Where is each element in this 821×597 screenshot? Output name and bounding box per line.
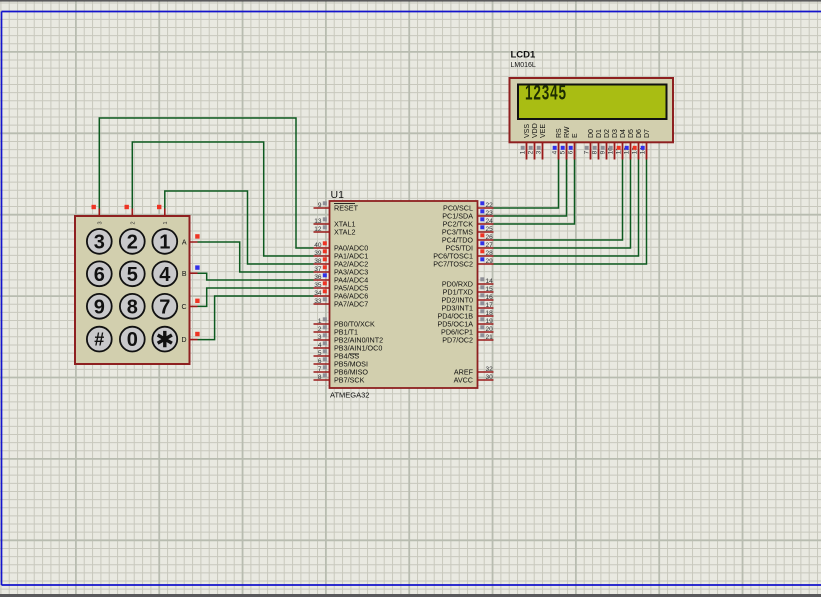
svg-text:RW: RW (564, 126, 571, 138)
svg-text:AVCC: AVCC (454, 376, 473, 385)
svg-text:D3: D3 (612, 129, 619, 138)
svg-text:3: 3 (98, 221, 104, 224)
svg-text:D7: D7 (644, 129, 651, 138)
svg-text:D4: D4 (620, 129, 627, 138)
svg-text:PB7/SCK: PB7/SCK (334, 376, 365, 385)
svg-text:2: 2 (131, 221, 137, 224)
svg-text:1: 1 (159, 231, 170, 253)
svg-text:XTAL2: XTAL2 (334, 228, 355, 237)
svg-text:LCD1: LCD1 (511, 50, 537, 61)
svg-text:4: 4 (159, 264, 171, 286)
svg-text:PD7/OC2: PD7/OC2 (442, 336, 473, 345)
svg-text:0: 0 (127, 329, 138, 351)
svg-text:VSS: VSS (524, 124, 531, 138)
svg-text:LM016L: LM016L (511, 62, 536, 69)
svg-text:D0: D0 (588, 129, 595, 138)
svg-text:D5: D5 (628, 129, 635, 138)
svg-text:1: 1 (163, 221, 169, 224)
svg-text:RS: RS (556, 128, 563, 138)
svg-text:ATMEGA32: ATMEGA32 (330, 391, 369, 400)
svg-text:PC7/TOSC2: PC7/TOSC2 (433, 260, 473, 269)
svg-text:D: D (181, 337, 186, 344)
svg-text:7: 7 (159, 296, 170, 318)
svg-text:A: A (182, 240, 187, 247)
svg-text:RESET: RESET (334, 204, 359, 213)
svg-text:9: 9 (94, 296, 105, 318)
svg-text:U1: U1 (331, 189, 345, 201)
svg-text:6: 6 (94, 264, 105, 286)
svg-text:3: 3 (94, 231, 105, 253)
svg-text:#: # (94, 329, 104, 349)
svg-text:B: B (182, 271, 187, 278)
svg-text:D2: D2 (604, 129, 611, 138)
svg-text:D6: D6 (636, 129, 643, 138)
svg-text:VEE: VEE (540, 124, 547, 138)
svg-text:12345: 12345 (525, 81, 566, 105)
svg-text:PA7/ADC7: PA7/ADC7 (334, 300, 368, 309)
svg-text:VDD: VDD (532, 123, 539, 138)
svg-text:8: 8 (127, 296, 138, 318)
svg-text:2: 2 (127, 231, 138, 253)
svg-text:E: E (572, 133, 579, 138)
svg-text:5: 5 (127, 264, 138, 286)
svg-text:C: C (181, 304, 186, 311)
svg-text:D1: D1 (596, 129, 603, 138)
